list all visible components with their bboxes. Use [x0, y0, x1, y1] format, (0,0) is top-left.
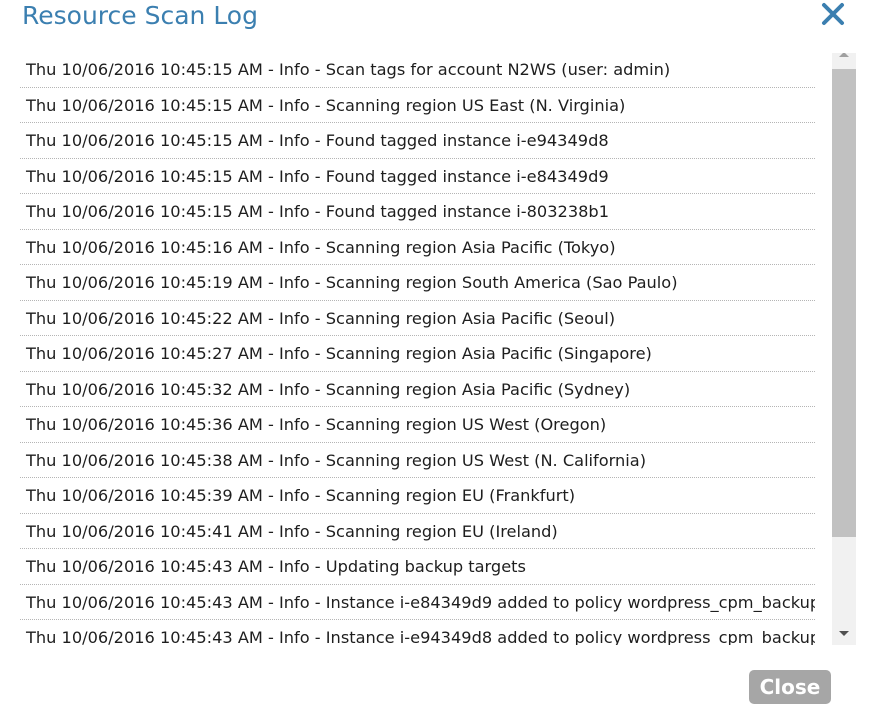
log-entry: Thu 10/06/2016 10:45:43 AM - Info - Upda… [20, 550, 815, 585]
scroll-down-arrow-icon[interactable] [832, 623, 856, 645]
log-entry: Thu 10/06/2016 10:45:15 AM - Info - Foun… [20, 195, 815, 230]
log-entry: Thu 10/06/2016 10:45:43 AM - Info - Inst… [20, 586, 815, 620]
log-scroll-area[interactable]: Thu 10/06/2016 10:45:15 AM - Info - Scan… [20, 53, 856, 645]
log-entry: Thu 10/06/2016 10:45:15 AM - Info - Foun… [20, 124, 815, 159]
log-entry: Thu 10/06/2016 10:45:38 AM - Info - Scan… [20, 444, 815, 478]
log-entry: Thu 10/06/2016 10:45:22 AM - Info - Scan… [20, 302, 815, 336]
log-entry: Thu 10/06/2016 10:45:27 AM - Info - Scan… [20, 337, 815, 372]
resource-scan-log-dialog: Resource Scan Log Thu 10/06/2016 10:45:1… [0, 0, 869, 713]
vertical-scrollbar[interactable] [832, 53, 856, 645]
log-entry: Thu 10/06/2016 10:45:16 AM - Info - Scan… [20, 231, 815, 265]
log-entry: Thu 10/06/2016 10:45:43 AM - Info - Inst… [20, 621, 815, 645]
log-entry: Thu 10/06/2016 10:45:15 AM - Info - Foun… [20, 160, 815, 194]
log-entry: Thu 10/06/2016 10:45:15 AM - Info - Scan… [20, 89, 815, 123]
scroll-up-arrow-icon[interactable] [832, 53, 856, 65]
scrollbar-thumb[interactable] [832, 69, 856, 537]
log-entry: Thu 10/06/2016 10:45:41 AM - Info - Scan… [20, 515, 815, 549]
log-entry: Thu 10/06/2016 10:45:19 AM - Info - Scan… [20, 266, 815, 301]
log-entry: Thu 10/06/2016 10:45:39 AM - Info - Scan… [20, 479, 815, 514]
log-entry: Thu 10/06/2016 10:45:32 AM - Info - Scan… [20, 373, 815, 407]
close-button[interactable]: Close [749, 670, 831, 704]
log-entry: Thu 10/06/2016 10:45:36 AM - Info - Scan… [20, 408, 815, 443]
log-list: Thu 10/06/2016 10:45:15 AM - Info - Scan… [20, 53, 815, 645]
log-entry: Thu 10/06/2016 10:45:15 AM - Info - Scan… [20, 53, 815, 88]
close-x-icon[interactable] [818, 0, 848, 28]
dialog-title: Resource Scan Log [22, 1, 258, 30]
